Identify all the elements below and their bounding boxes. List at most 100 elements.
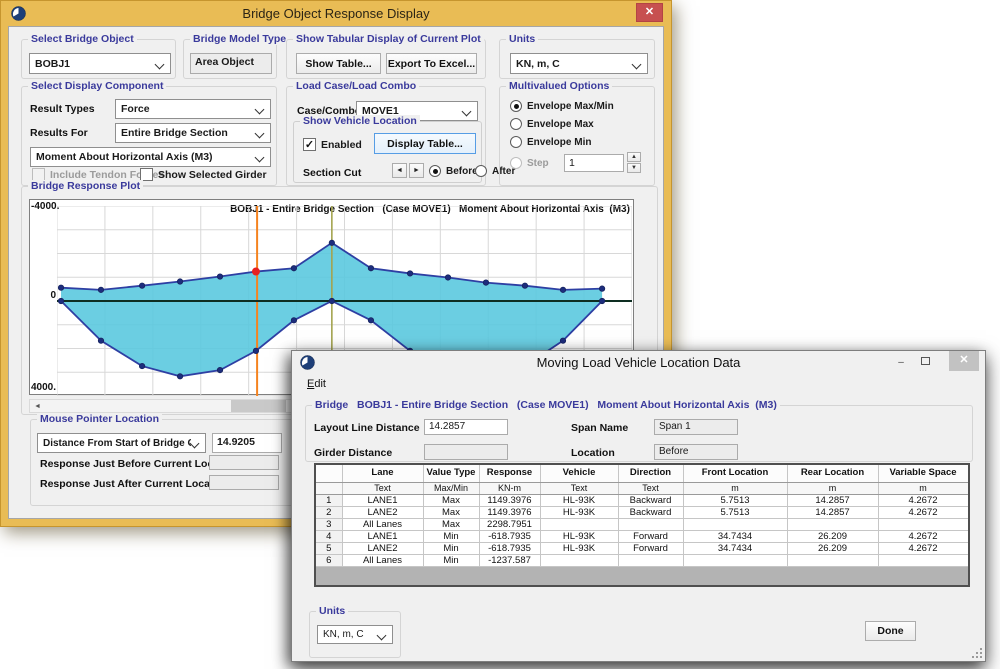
data-point bbox=[177, 374, 182, 379]
group-caption: Units bbox=[316, 605, 348, 617]
data-point bbox=[560, 287, 565, 292]
distance-mode-select[interactable]: Distance From Start of Bridge Object bbox=[37, 433, 206, 453]
units-group: Units KN, m, C bbox=[499, 39, 655, 79]
data-point bbox=[217, 274, 222, 279]
table-cell: m bbox=[878, 482, 968, 494]
y-tick-top: -4000. bbox=[31, 201, 56, 212]
radio-label: Envelope Min bbox=[527, 137, 591, 148]
combo-value: Entire Bridge Section bbox=[121, 127, 256, 139]
table-cell bbox=[618, 554, 683, 566]
table-cell bbox=[683, 554, 787, 566]
table-cell bbox=[878, 518, 968, 530]
table-cell bbox=[540, 554, 618, 566]
step-value-field[interactable]: 1 bbox=[564, 154, 624, 172]
step-up-icon[interactable]: ▲ bbox=[627, 152, 641, 162]
resize-grip[interactable] bbox=[972, 648, 982, 658]
titlebar[interactable]: Bridge Object Response Display ✕ bbox=[1, 1, 671, 26]
units-select[interactable]: KN, m, C bbox=[317, 625, 393, 644]
close-icon[interactable]: ✕ bbox=[636, 3, 663, 22]
group-caption: Mouse Pointer Location bbox=[37, 413, 162, 425]
before-radio[interactable]: Before bbox=[429, 165, 478, 177]
table-cell: Rear Location bbox=[787, 465, 878, 482]
table-row[interactable]: 1LANE1Max1149.3976HL-93KBackward5.751314… bbox=[316, 494, 968, 506]
show-table-button[interactable]: Show Table... bbox=[296, 53, 381, 74]
group-caption: Show Vehicle Location bbox=[300, 115, 420, 127]
table-cell: Text bbox=[540, 482, 618, 494]
table-row[interactable]: 3All LanesMax2298.7951 bbox=[316, 518, 968, 530]
multivalued-options-group: Multivalued Options Envelope Max/Min Env… bbox=[499, 86, 655, 186]
distance-value-field[interactable]: 14.9205 bbox=[212, 433, 282, 453]
location-label: Location bbox=[571, 447, 615, 459]
table-cell: Variable Space bbox=[878, 465, 968, 482]
done-button[interactable]: Done bbox=[865, 621, 916, 641]
data-point bbox=[368, 318, 373, 323]
radio-icon bbox=[510, 118, 522, 130]
y-tick-zero: 0 bbox=[31, 290, 56, 301]
layout-line-distance-field[interactable]: 14.2857 bbox=[424, 419, 508, 435]
section-cut-previous-icon[interactable]: ◄ bbox=[392, 163, 407, 178]
results-for-select[interactable]: Entire Bridge Section bbox=[115, 123, 271, 143]
minimize-icon[interactable]: – bbox=[893, 356, 909, 370]
bridge-object-select[interactable]: BOBJ1 bbox=[29, 53, 171, 74]
close-icon[interactable]: ✕ bbox=[949, 351, 979, 371]
scrollbar-thumb[interactable] bbox=[231, 400, 286, 412]
table-cell: 34.7434 bbox=[683, 542, 787, 554]
envelope-min-radio[interactable]: Envelope Min bbox=[510, 136, 591, 148]
results-for-label: Results For bbox=[30, 127, 88, 139]
table-cell bbox=[787, 518, 878, 530]
table-cell: Backward bbox=[618, 506, 683, 518]
table-cell: -1237.587 bbox=[479, 554, 540, 566]
table-cell bbox=[540, 518, 618, 530]
table-cell: HL-93K bbox=[540, 494, 618, 506]
chevron-down-icon bbox=[463, 107, 471, 115]
titlebar[interactable]: Moving Load Vehicle Location Data – ✕ bbox=[292, 351, 985, 374]
scroll-left-icon[interactable]: ◄ bbox=[30, 400, 45, 412]
table-cell: LANE1 bbox=[342, 530, 423, 542]
table-row[interactable]: TextMax/MinKN-mTextTextmmm bbox=[316, 482, 968, 494]
component-select[interactable]: Moment About Horizontal Axis (M3) bbox=[30, 147, 271, 167]
response-after-label: Response Just After Current Location bbox=[40, 478, 229, 490]
table-cell: 4.2672 bbox=[878, 506, 968, 518]
table-cell: Value Type bbox=[423, 465, 479, 482]
table-cell: All Lanes bbox=[342, 518, 423, 530]
table-row[interactable]: 4LANE1Min-618.7935HL-93KForward34.743426… bbox=[316, 530, 968, 542]
menu-edit[interactable]: Edit bbox=[303, 377, 330, 391]
data-point bbox=[139, 363, 144, 368]
data-point bbox=[139, 283, 144, 288]
step-down-icon[interactable]: ▼ bbox=[627, 163, 641, 173]
table-row[interactable]: 6All LanesMin-1237.587 bbox=[316, 554, 968, 566]
combo-value: Moment About Horizontal Axis (M3) bbox=[36, 151, 256, 163]
table-cell: Backward bbox=[618, 494, 683, 506]
envelope-maxmin-radio[interactable]: Envelope Max/Min bbox=[510, 100, 614, 112]
table-cell: 26.209 bbox=[787, 542, 878, 554]
result-types-label: Result Types bbox=[30, 103, 95, 115]
checkbox-label: Show Selected Girder bbox=[158, 169, 267, 181]
envelope-max-radio[interactable]: Envelope Max bbox=[510, 118, 594, 130]
result-types-select[interactable]: Force bbox=[115, 99, 271, 119]
export-to-excel-button[interactable]: Export To Excel... bbox=[386, 53, 477, 74]
group-caption: Bridge Model Type bbox=[190, 33, 289, 45]
data-point bbox=[599, 286, 604, 291]
location-field: Before bbox=[654, 444, 738, 460]
units-select[interactable]: KN, m, C bbox=[510, 53, 648, 74]
vehicle-location-table[interactable]: LaneValue TypeResponseVehicleDirectionFr… bbox=[314, 463, 970, 587]
chevron-down-icon bbox=[256, 105, 264, 113]
table-cell: 1149.3976 bbox=[479, 494, 540, 506]
units-group: Units KN, m, C bbox=[309, 611, 401, 658]
section-cut-next-icon[interactable]: ► bbox=[409, 163, 424, 178]
table-cell: -618.7935 bbox=[479, 542, 540, 554]
vehicle-enabled-checkbox[interactable]: ✓ Enabled bbox=[303, 138, 362, 151]
show-selected-girder-checkbox[interactable]: Show Selected Girder bbox=[140, 168, 267, 181]
table-row[interactable]: 2LANE2Max1149.3976HL-93KBackward5.751314… bbox=[316, 506, 968, 518]
display-table-button[interactable]: Display Table... bbox=[374, 133, 476, 154]
table-cell: Lane bbox=[342, 465, 423, 482]
chevron-down-icon bbox=[156, 60, 164, 68]
table-cell: LANE2 bbox=[342, 506, 423, 518]
layout-line-distance-label: Layout Line Distance bbox=[314, 422, 420, 434]
table-cell: 14.2857 bbox=[787, 506, 878, 518]
table-row[interactable]: 5LANE2Min-618.7935HL-93KForward34.743426… bbox=[316, 542, 968, 554]
maximize-icon[interactable] bbox=[917, 356, 933, 370]
table-cell: 5.7513 bbox=[683, 506, 787, 518]
table-row[interactable]: LaneValue TypeResponseVehicleDirectionFr… bbox=[316, 465, 968, 482]
table-cell: Min bbox=[423, 542, 479, 554]
